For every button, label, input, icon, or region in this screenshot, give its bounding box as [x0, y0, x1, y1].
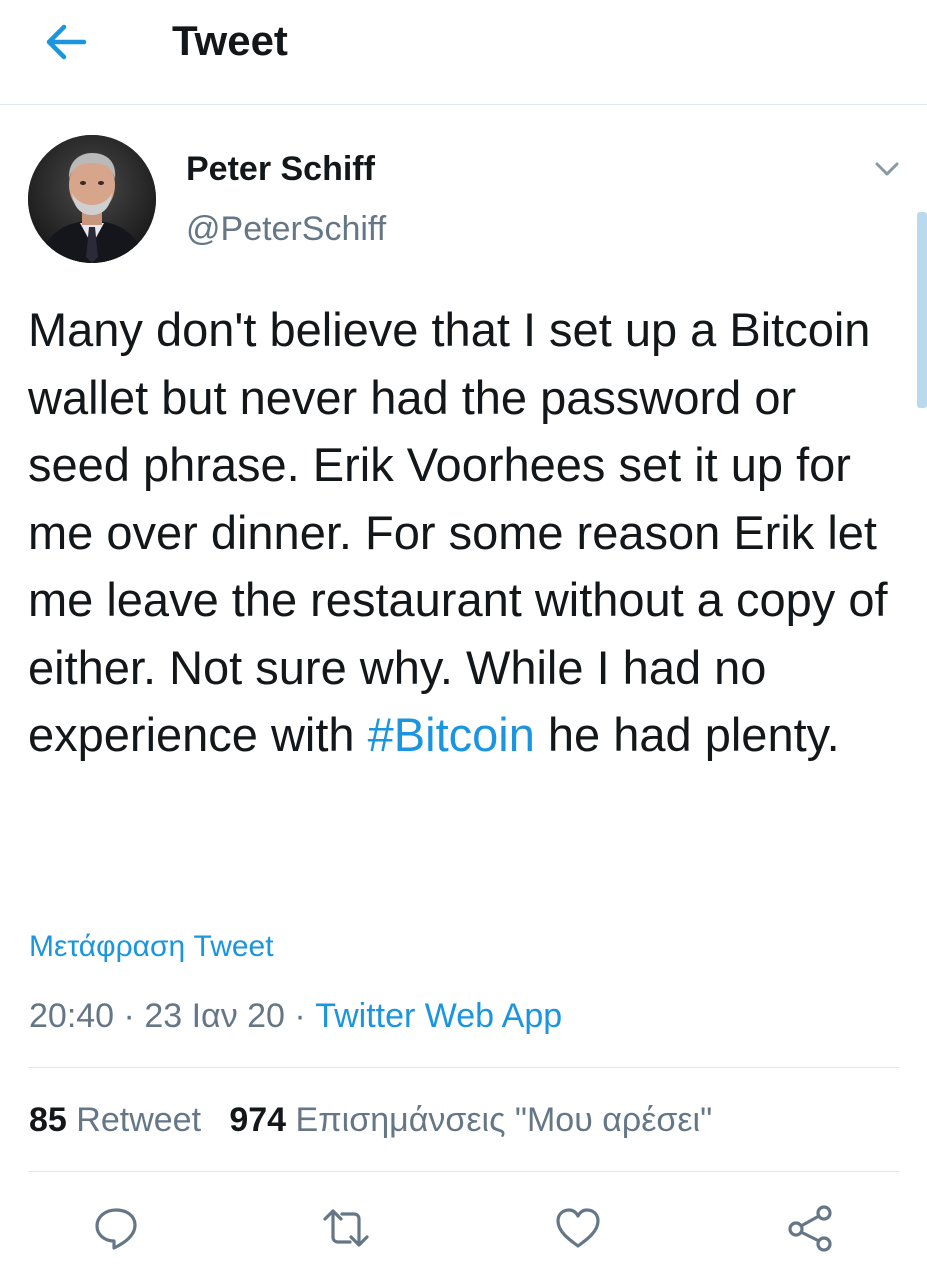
source-link[interactable]: Twitter Web App: [315, 997, 562, 1035]
tweet-date: 23 Ιαν 20: [144, 997, 285, 1035]
separator: ·: [123, 997, 135, 1035]
retweets-count: 85: [29, 1101, 67, 1139]
divider: [28, 1171, 899, 1172]
avatar[interactable]: [28, 135, 156, 263]
translate-tweet-link[interactable]: Μετάφραση Tweet: [29, 928, 274, 966]
like-button[interactable]: [553, 1203, 603, 1253]
scrollbar[interactable]: [917, 212, 927, 408]
retweets-stat[interactable]: 85 Retweet: [29, 1101, 201, 1139]
likes-count: 974: [229, 1101, 287, 1139]
retweets-label: Retweet: [76, 1101, 202, 1139]
tweet-text-end: he had plenty.: [534, 708, 840, 761]
share-button[interactable]: [785, 1203, 835, 1253]
likes-label: Επισημάνσεις "Μου αρέσει": [295, 1101, 713, 1139]
retweet-button[interactable]: [321, 1203, 371, 1253]
tweet-stats: 85 Retweet 974 Επισημάνσεις "Μου αρέσει": [29, 1099, 712, 1141]
tweet-time: 20:40: [29, 997, 115, 1035]
separator: ·: [294, 997, 306, 1035]
back-arrow-icon: [46, 24, 87, 60]
chevron-down-icon: [875, 162, 899, 176]
hashtag-link[interactable]: #Bitcoin: [368, 708, 535, 761]
top-bar: Tweet: [0, 0, 927, 105]
author-name[interactable]: Peter Schiff: [186, 148, 375, 190]
like-icon: [556, 1208, 600, 1248]
likes-stat[interactable]: 974 Επισημάνσεις "Μου αρέσει": [229, 1101, 712, 1139]
divider: [28, 1067, 899, 1068]
tweet-menu-button[interactable]: [868, 152, 906, 186]
page-title: Tweet: [172, 17, 288, 64]
tweet-text-body: Many don't believe that I set up a Bitco…: [28, 303, 888, 761]
reply-button[interactable]: [91, 1203, 141, 1253]
avatar-portrait-image: [28, 135, 156, 263]
tweet-text: Many don't believe that I set up a Bitco…: [28, 296, 898, 769]
retweet-icon: [323, 1209, 369, 1247]
back-button[interactable]: [38, 18, 94, 66]
reply-icon: [95, 1208, 137, 1250]
tweet-detail-page: Tweet Peter Schiff @PeterSchiff Many don…: [0, 0, 927, 1280]
share-icon: [788, 1205, 832, 1252]
tweet-metadata: 20:40 · 23 Ιαν 20 · Twitter Web App: [29, 995, 562, 1037]
author-handle[interactable]: @PeterSchiff: [186, 208, 386, 250]
